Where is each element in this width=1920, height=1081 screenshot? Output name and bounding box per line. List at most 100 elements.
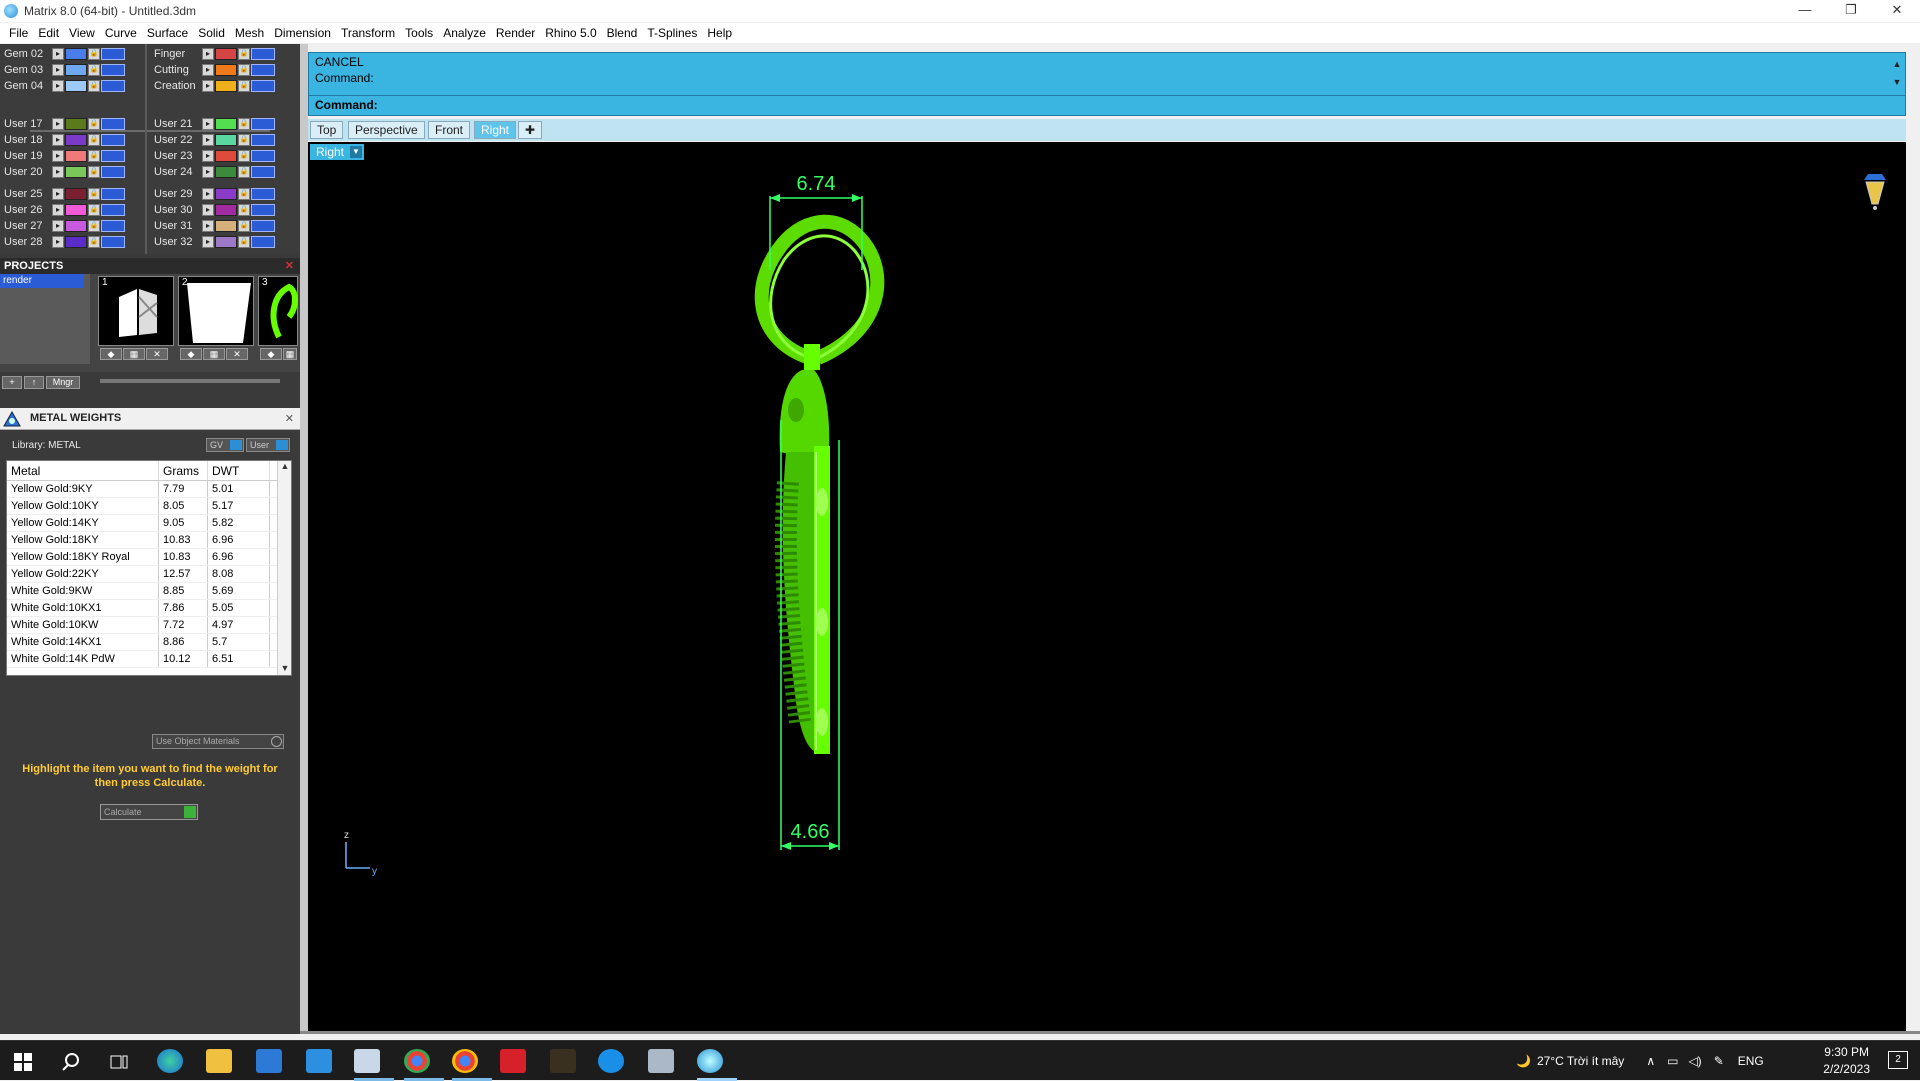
gem-view-icon[interactable] bbox=[1864, 174, 1886, 210]
layer-visibility-toggle[interactable] bbox=[101, 134, 125, 146]
layer-row-finger[interactable]: Finger ▸ 🔒 bbox=[150, 46, 276, 62]
table-row[interactable]: Yellow Gold:9KY 7.79 5.01 bbox=[7, 481, 291, 498]
red-app-icon[interactable] bbox=[500, 1049, 526, 1073]
layer-visibility-toggle[interactable] bbox=[251, 150, 275, 162]
layer-visibility-toggle[interactable] bbox=[101, 118, 125, 130]
layer-expand-icon[interactable]: ▸ bbox=[52, 64, 64, 76]
table-row[interactable]: Yellow Gold:22KY 12.57 8.08 bbox=[7, 566, 291, 583]
layer-visibility-toggle[interactable] bbox=[251, 118, 275, 130]
layer-row-user-23[interactable]: User 23 ▸ 🔒 bbox=[150, 148, 276, 164]
layer-expand-icon[interactable]: ▸ bbox=[52, 134, 64, 146]
thumb-open-button[interactable]: ◆ bbox=[260, 348, 282, 360]
layer-row-gem-04[interactable]: Gem 04 ▸ 🔒 bbox=[0, 78, 126, 94]
layer-visibility-toggle[interactable] bbox=[251, 220, 275, 232]
layer-color-swatch[interactable] bbox=[65, 166, 87, 178]
layer-expand-icon[interactable]: ▸ bbox=[202, 204, 214, 216]
layer-row-gem-03[interactable]: Gem 03 ▸ 🔒 bbox=[0, 62, 126, 78]
layer-color-swatch[interactable] bbox=[65, 48, 87, 60]
layer-color-swatch[interactable] bbox=[215, 150, 237, 162]
project-item-render[interactable]: render bbox=[0, 274, 84, 288]
layer-row-user-32[interactable]: User 32 ▸ 🔒 bbox=[150, 234, 276, 250]
layer-color-swatch[interactable] bbox=[65, 64, 87, 76]
layer-expand-icon[interactable]: ▸ bbox=[202, 134, 214, 146]
layer-color-swatch[interactable] bbox=[215, 64, 237, 76]
use-object-materials-button[interactable]: Use Object Materials bbox=[152, 734, 284, 749]
zalo-icon[interactable] bbox=[598, 1049, 624, 1073]
matrix-taskbar-icon[interactable] bbox=[697, 1049, 723, 1073]
lock-icon[interactable]: 🔒 bbox=[238, 188, 250, 200]
minimize-button[interactable]: — bbox=[1782, 0, 1828, 22]
app-bird-icon[interactable] bbox=[354, 1049, 380, 1073]
layer-expand-icon[interactable]: ▸ bbox=[202, 48, 214, 60]
up-project-button[interactable]: ↑ bbox=[24, 375, 44, 389]
calculate-button[interactable]: Calculate bbox=[100, 804, 198, 820]
add-project-button[interactable]: + bbox=[2, 375, 22, 389]
thumb-delete-button[interactable]: ✕ bbox=[226, 348, 248, 360]
thumb-save-button[interactable]: ▦ bbox=[123, 348, 145, 360]
layer-row-user-18[interactable]: User 18 ▸ 🔒 bbox=[0, 132, 126, 148]
chrome-icon-2[interactable] bbox=[452, 1049, 478, 1073]
layer-visibility-toggle[interactable] bbox=[251, 134, 275, 146]
menu-render[interactable]: Render bbox=[491, 23, 540, 43]
table-row[interactable]: White Gold:14K PdW 10.12 6.51 bbox=[7, 651, 291, 668]
lock-icon[interactable]: 🔒 bbox=[88, 80, 100, 92]
lock-icon[interactable]: 🔒 bbox=[238, 220, 250, 232]
menu-help[interactable]: Help bbox=[702, 23, 737, 43]
layer-visibility-toggle[interactable] bbox=[251, 204, 275, 216]
layer-row-user-26[interactable]: User 26 ▸ 🔒 bbox=[0, 202, 126, 218]
lock-icon[interactable]: 🔒 bbox=[88, 236, 100, 248]
layer-visibility-toggle[interactable] bbox=[101, 48, 125, 60]
edge-icon[interactable] bbox=[157, 1049, 183, 1073]
layer-expand-icon[interactable]: ▸ bbox=[52, 48, 64, 60]
column-dwt[interactable]: DWT bbox=[208, 461, 270, 480]
lock-icon[interactable]: 🔒 bbox=[238, 64, 250, 76]
menu-edit[interactable]: Edit bbox=[33, 23, 64, 43]
layer-visibility-toggle[interactable] bbox=[101, 166, 125, 178]
user-toggle[interactable]: User bbox=[246, 438, 290, 452]
lock-icon[interactable]: 🔒 bbox=[238, 150, 250, 162]
table-row[interactable]: Yellow Gold:10KY 8.05 5.17 bbox=[7, 498, 291, 515]
mail-icon[interactable] bbox=[306, 1049, 332, 1073]
layer-visibility-toggle[interactable] bbox=[251, 236, 275, 248]
project-thumbnail-1[interactable]: 1 bbox=[98, 276, 174, 346]
table-row[interactable]: Yellow Gold:14KY 9.05 5.82 bbox=[7, 515, 291, 532]
layer-color-swatch[interactable] bbox=[65, 204, 87, 216]
layer-visibility-toggle[interactable] bbox=[251, 48, 275, 60]
clock[interactable]: 9:30 PM 2/2/2023 bbox=[1823, 1044, 1870, 1078]
table-row[interactable]: Yellow Gold:18KY Royal 10.83 6.96 bbox=[7, 549, 291, 566]
layer-row-user-31[interactable]: User 31 ▸ 🔒 bbox=[150, 218, 276, 234]
lock-icon[interactable]: 🔒 bbox=[238, 204, 250, 216]
menu-file[interactable]: File bbox=[4, 23, 33, 43]
menu-rhino[interactable]: Rhino 5.0 bbox=[540, 23, 601, 43]
table-row[interactable]: White Gold:10KX1 7.86 5.05 bbox=[7, 600, 291, 617]
layer-color-swatch[interactable] bbox=[65, 80, 87, 92]
menu-tools[interactable]: Tools bbox=[400, 23, 438, 43]
layer-color-swatch[interactable] bbox=[65, 188, 87, 200]
layer-row-gem-02[interactable]: Gem 02 ▸ 🔒 bbox=[0, 46, 126, 62]
tab-right[interactable]: Right bbox=[474, 121, 517, 139]
lock-icon[interactable]: 🔒 bbox=[238, 236, 250, 248]
notification-center-icon[interactable]: 2 bbox=[1888, 1051, 1908, 1069]
thumb-save-button[interactable]: ▦ bbox=[283, 348, 297, 360]
project-thumbnail-3[interactable]: 3 bbox=[258, 276, 298, 346]
viewport-dropdown[interactable]: Right ▼ bbox=[310, 144, 365, 160]
weather-icon[interactable]: 🌙 bbox=[1516, 1054, 1531, 1068]
file-explorer-icon[interactable] bbox=[206, 1049, 232, 1073]
manager-button[interactable]: Mngr bbox=[46, 375, 80, 389]
scroll-down-icon[interactable]: ▼ bbox=[279, 663, 291, 675]
layer-visibility-toggle[interactable] bbox=[101, 80, 125, 92]
layer-row-cutting[interactable]: Cutting ▸ 🔒 bbox=[150, 62, 276, 78]
command-input-row[interactable]: Command: bbox=[309, 95, 1905, 115]
layer-expand-icon[interactable]: ▸ bbox=[202, 220, 214, 232]
layer-row-user-22[interactable]: User 22 ▸ 🔒 bbox=[150, 132, 276, 148]
layer-visibility-toggle[interactable] bbox=[251, 64, 275, 76]
lock-icon[interactable]: 🔒 bbox=[88, 204, 100, 216]
lock-icon[interactable]: 🔒 bbox=[238, 118, 250, 130]
menu-view[interactable]: View bbox=[64, 23, 100, 43]
lock-icon[interactable]: 🔒 bbox=[88, 118, 100, 130]
column-grams[interactable]: Grams bbox=[159, 461, 208, 480]
layer-expand-icon[interactable]: ▸ bbox=[202, 150, 214, 162]
menu-blend[interactable]: Blend bbox=[602, 23, 643, 43]
tab-front[interactable]: Front bbox=[428, 121, 471, 139]
menu-mesh[interactable]: Mesh bbox=[230, 23, 269, 43]
